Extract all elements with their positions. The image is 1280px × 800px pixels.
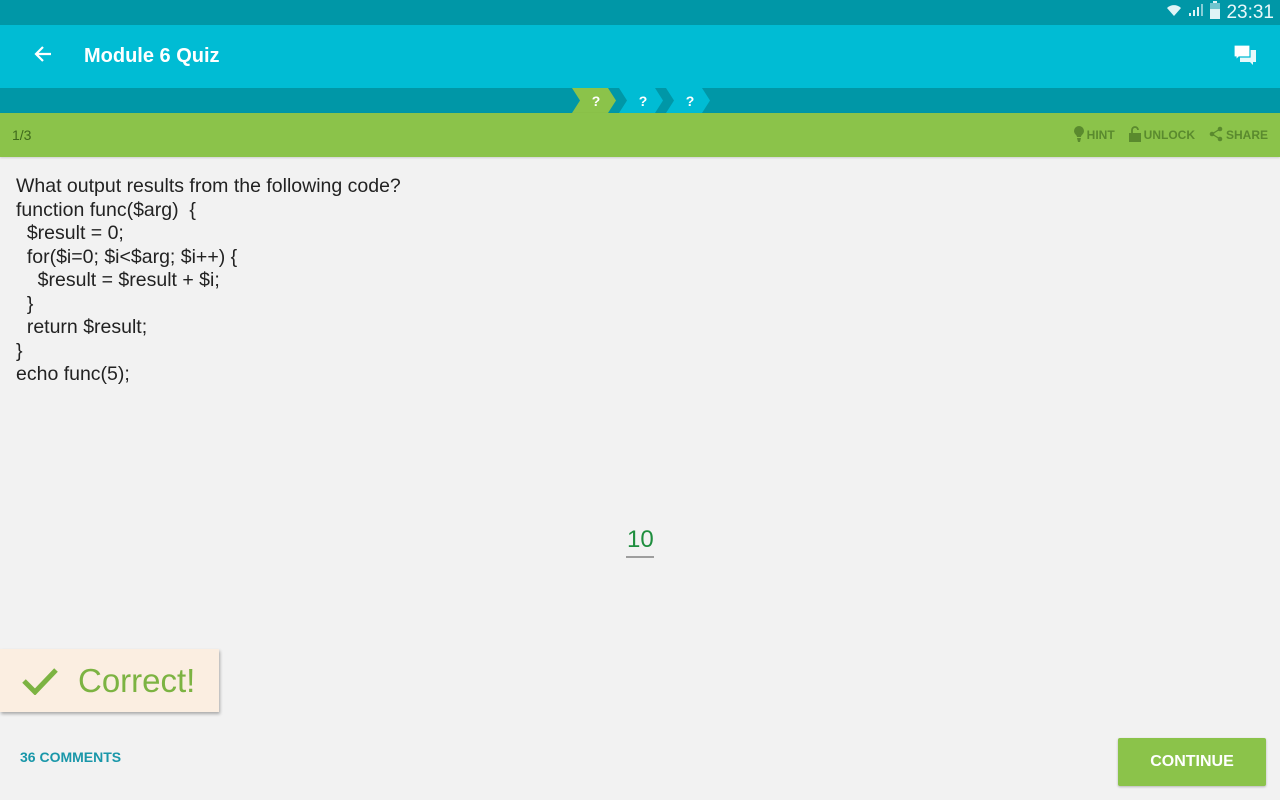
result-banner: Correct! xyxy=(0,649,219,712)
status-bar: 23:31 xyxy=(0,0,1280,25)
continue-button[interactable]: CONTINUE xyxy=(1118,738,1266,786)
result-label: Correct! xyxy=(78,661,196,699)
quiz-progress: ? ? ? xyxy=(0,88,1280,113)
comments-link[interactable]: 36 COMMENTS xyxy=(20,749,121,765)
question-text: What output results from the following c… xyxy=(16,175,401,385)
forum-icon xyxy=(1233,43,1257,71)
arrow-back-icon xyxy=(34,45,52,68)
wifi-icon xyxy=(1166,2,1182,23)
progress-step-2[interactable]: ? xyxy=(619,88,663,113)
lightbulb-icon xyxy=(1073,125,1084,145)
page-title: Module 6 Quiz xyxy=(84,45,220,67)
share-icon xyxy=(1209,126,1223,145)
signal-icon xyxy=(1188,2,1204,23)
progress-step-1[interactable]: ? xyxy=(572,88,616,113)
question-counter: 1/3 xyxy=(12,127,32,143)
status-icons: 23:31 xyxy=(1166,0,1274,25)
share-button[interactable]: SHARE xyxy=(1209,122,1268,149)
hint-button[interactable]: HINT xyxy=(1073,122,1115,149)
status-time: 23:31 xyxy=(1226,1,1274,23)
progress-step-3[interactable]: ? xyxy=(666,88,710,113)
unlock-button[interactable]: UNLOCK xyxy=(1128,122,1195,149)
answer-input[interactable]: 10 xyxy=(626,526,654,558)
question-info-bar: 1/3 HINT UNLOCK SHARE xyxy=(0,113,1280,157)
battery-icon xyxy=(1210,1,1221,24)
check-icon xyxy=(22,667,58,695)
back-button[interactable] xyxy=(28,41,58,71)
lock-icon xyxy=(1128,125,1141,145)
app-bar: Module 6 Quiz xyxy=(0,25,1280,88)
discussion-button[interactable] xyxy=(1230,42,1260,72)
